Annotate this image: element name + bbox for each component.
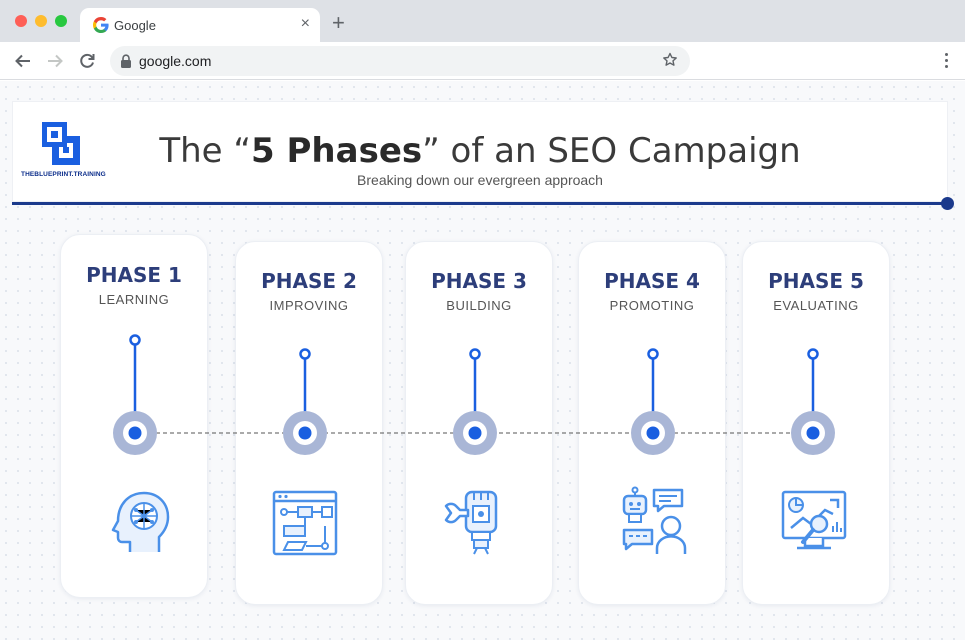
bot-and-person-chat-icon [622, 486, 687, 554]
phase-subtitle: LEARNING [98, 292, 170, 307]
lock-icon [121, 54, 131, 68]
browser-menu-icon[interactable] [945, 53, 949, 69]
phase-title: PHASE 2 [261, 269, 357, 293]
analytics-monitor-icon [781, 490, 847, 550]
phase-title: PHASE 5 [768, 269, 864, 293]
phase-subtitle: EVALUATING [773, 298, 859, 313]
brain-head-icon [111, 491, 170, 552]
tab-close-button[interactable]: × [301, 15, 310, 33]
phase-title: PHASE 4 [604, 269, 700, 293]
page-content: THEBLUEPRINT.TRAINING The “5 Phases” of … [0, 81, 965, 640]
tab-title: Google [114, 18, 156, 33]
header-rule [12, 202, 948, 205]
bookmark-star-icon[interactable] [662, 52, 678, 68]
title-suffix: ” of an SEO Campaign [422, 131, 801, 171]
phase-title: PHASE 3 [431, 269, 527, 293]
title-prefix: The “ [159, 131, 252, 171]
reload-icon [80, 53, 95, 68]
infographic-subtitle: Breaking down our evergreen approach [357, 172, 603, 188]
new-tab-button[interactable]: + [332, 12, 345, 34]
phase-title: PHASE 1 [86, 263, 182, 287]
arrow-right-icon [48, 54, 63, 68]
back-button[interactable] [12, 50, 34, 72]
address-bar[interactable]: google.com [110, 46, 690, 76]
phase-subtitle: BUILDING [446, 298, 512, 313]
infographic-title: The “5 Phases” of an SEO Campaign [0, 131, 960, 171]
robot-arm-wrench-icon [444, 490, 498, 555]
phase-subtitle: PROMOTING [609, 298, 695, 313]
minimize-window-button[interactable] [35, 15, 47, 27]
url-text: google.com [139, 53, 212, 69]
close-window-button[interactable] [15, 15, 27, 27]
reload-button[interactable] [76, 50, 98, 72]
flowchart-window-icon [272, 490, 338, 556]
phase-subtitle: IMPROVING [269, 298, 349, 313]
title-bold: 5 Phases [251, 131, 423, 171]
maximize-window-button[interactable] [55, 15, 67, 27]
forward-button[interactable] [44, 50, 66, 72]
browser-toolbar: google.com [0, 42, 965, 80]
header-rule-end-dot [941, 197, 954, 210]
tab-bar: Google × + [0, 0, 965, 42]
browser-tab[interactable]: Google × [80, 8, 320, 42]
arrow-left-icon [15, 54, 30, 68]
google-g-icon [93, 17, 109, 33]
